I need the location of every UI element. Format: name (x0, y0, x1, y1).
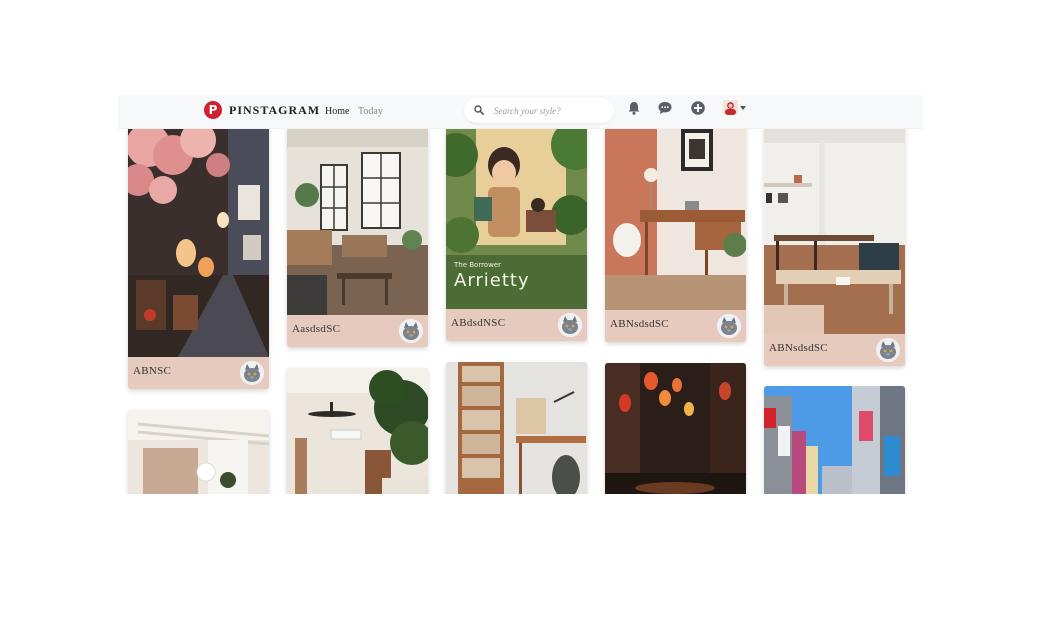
brand[interactable]: P PINSTAGRAM (204, 101, 320, 119)
pin-card[interactable]: ABNsdsdSC (764, 129, 905, 366)
bell-icon[interactable] (626, 100, 642, 116)
pin-image[interactable] (764, 129, 905, 334)
search-icon[interactable] (474, 105, 484, 115)
pin-image[interactable] (128, 129, 269, 357)
chat-bubble-icon[interactable] (657, 100, 673, 116)
pin-card[interactable]: ABNSC (128, 129, 269, 389)
nav-today-link[interactable]: Today (358, 106, 383, 117)
search-input[interactable] (494, 103, 606, 118)
pin-footer: ABNsdsdSC (764, 334, 905, 366)
pin-card[interactable] (764, 386, 905, 494)
pin-card[interactable] (287, 368, 428, 494)
pin-card[interactable]: The Borrower Arrietty ABdsdNSC (446, 129, 587, 341)
pin-card[interactable] (128, 410, 269, 494)
pin-title: ABNSC (133, 365, 172, 377)
pin-image[interactable] (287, 368, 428, 494)
pin-footer: ABNsdsdSC (605, 310, 746, 342)
pin-grid: ABNSC AasdsdSC The Borrower Arrietty ABd… (118, 129, 923, 494)
pin-footer: AasdsdSC (287, 315, 428, 347)
pin-card[interactable] (446, 362, 587, 494)
pin-title: AasdsdSC (292, 323, 341, 335)
top-navbar: P PINSTAGRAM Home Today (118, 95, 923, 129)
pin-card[interactable]: ABNsdsdSC (605, 129, 746, 342)
cat-avatar-icon[interactable] (876, 338, 900, 362)
pin-title: ABNsdsdSC (610, 318, 669, 330)
pin-image[interactable] (605, 129, 746, 310)
pin-footer: ABNSC (128, 357, 269, 389)
cat-avatar-icon[interactable] (558, 313, 582, 337)
search-bar[interactable] (464, 98, 614, 123)
nav-home-link[interactable]: Home (325, 106, 349, 117)
caret-down-icon[interactable] (740, 105, 746, 110)
cat-avatar-icon[interactable] (399, 319, 423, 343)
pin-title: ABNsdsdSC (769, 342, 828, 354)
pinterest-logo-icon: P (204, 101, 222, 119)
pin-footer: ABdsdNSC (446, 309, 587, 341)
brand-name: PINSTAGRAM (229, 102, 321, 117)
pin-image[interactable] (764, 386, 905, 494)
plus-circle-icon[interactable] (690, 100, 706, 116)
pin-image[interactable] (287, 129, 428, 315)
poster-title: Arrietty (454, 270, 530, 291)
cat-avatar-icon[interactable] (240, 361, 264, 385)
pin-image[interactable] (605, 363, 746, 494)
cat-avatar-icon[interactable] (717, 314, 741, 338)
pin-card[interactable]: AasdsdSC (287, 129, 428, 347)
pin-title: ABdsdNSC (451, 317, 506, 329)
pin-card[interactable] (605, 363, 746, 494)
poster-subtitle: The Borrower (454, 261, 502, 269)
pin-image[interactable] (446, 362, 587, 494)
user-avatar[interactable] (723, 100, 738, 115)
account-menu[interactable] (723, 100, 746, 115)
pin-image[interactable] (128, 410, 269, 494)
